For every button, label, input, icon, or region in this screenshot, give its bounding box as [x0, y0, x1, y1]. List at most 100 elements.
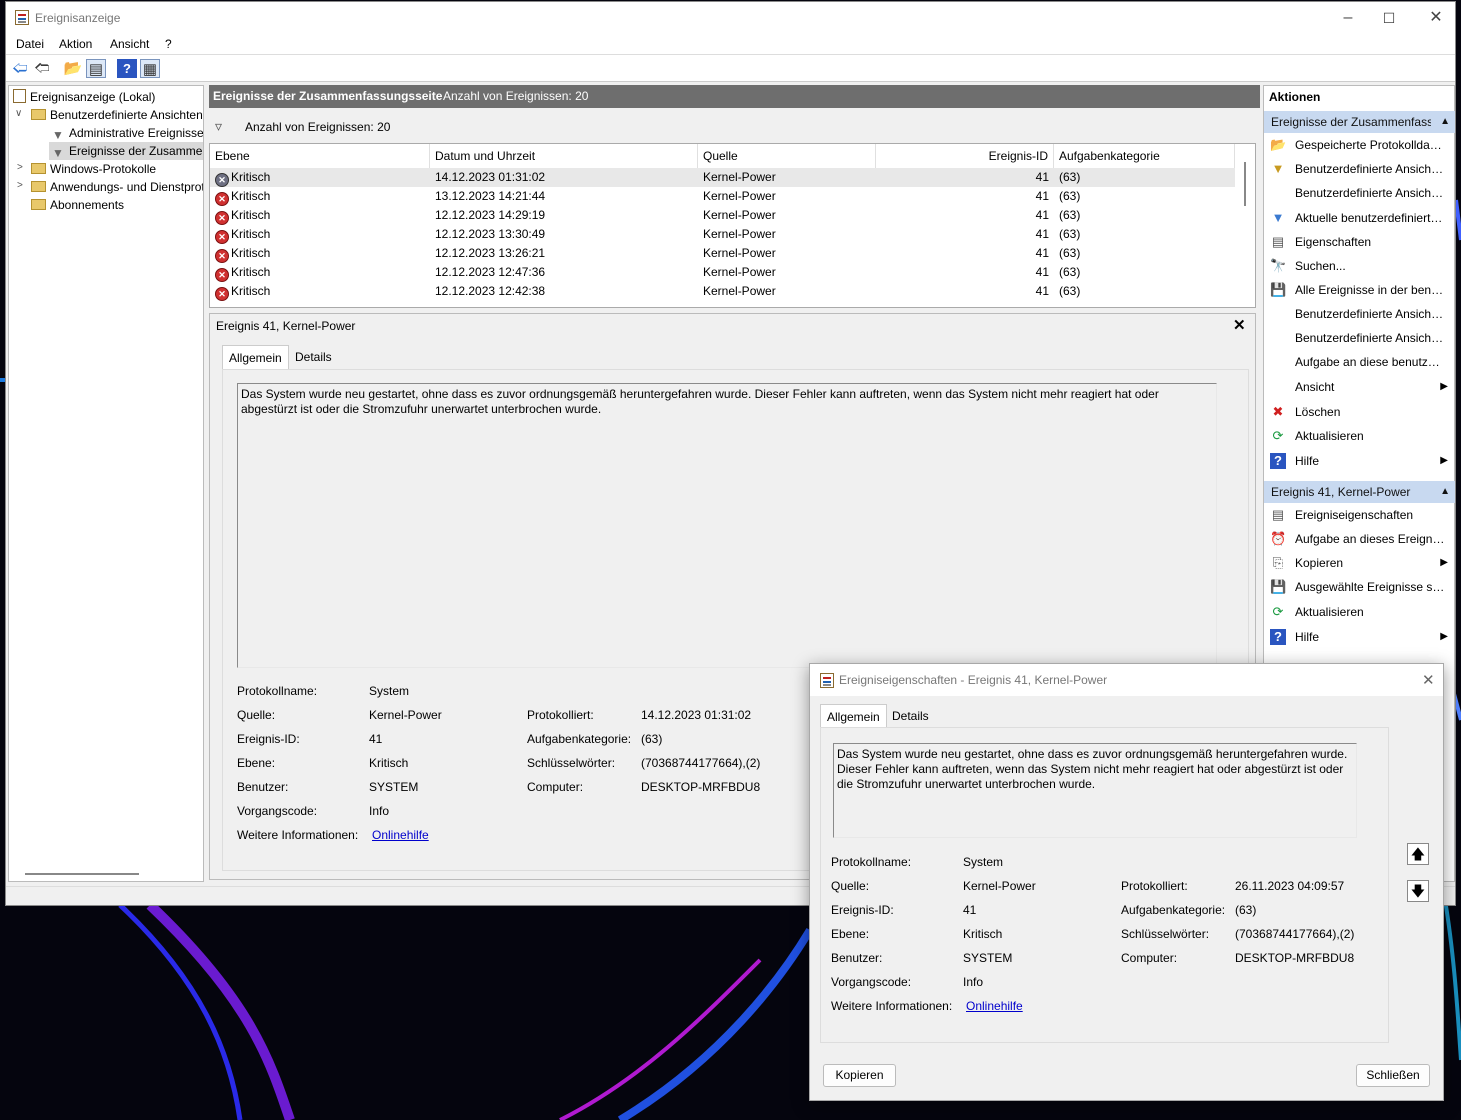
column-source[interactable]: Quelle [698, 144, 876, 168]
table-row[interactable]: ✕ Kritisch 13.12.2023 14:21:44 Kernel-Power… [210, 187, 1235, 206]
action-item[interactable]: ⏰ Aufgabe an dieses Ereignis anfügen... [1264, 528, 1454, 550]
action-label: Hilfe [1295, 454, 1320, 468]
action-item[interactable]: Benutzerdefinierte Ansicht exportieren..… [1264, 303, 1454, 325]
cell-source: Kernel-Power [703, 284, 776, 298]
action-label: Benutzerdefinierte Ansicht kopieren... [1295, 331, 1445, 345]
dialog-tab-details[interactable]: Details [886, 704, 935, 728]
cell-level: ✕ Kritisch [215, 265, 270, 282]
scrollbar-thumb[interactable] [1244, 162, 1246, 206]
level-text: Kritisch [231, 246, 271, 260]
action-item[interactable]: ▤ Ereigniseigenschaften [1264, 504, 1454, 526]
tree-horizontal-scrollbar[interactable] [25, 873, 139, 875]
dialog-title-bar: Ereigniseigenschaften - Ereignis 41, Ker… [810, 664, 1443, 696]
dialog-label-source: Quelle: [831, 879, 870, 893]
menu-ansicht[interactable]: Ansicht [110, 37, 149, 51]
cell-category: (63) [1059, 170, 1081, 184]
action-item[interactable]: ✖ Löschen [1264, 401, 1454, 423]
tree-node-summary-events[interactable]: ▼ Ereignisse der Zusammenfassungsseite [49, 142, 203, 160]
action-item[interactable]: 💾 Ausgewählte Ereignisse speichern... [1264, 576, 1454, 598]
folder-up-icon[interactable]: 📂 [63, 59, 83, 78]
close-button[interactable]: Schließen [1356, 1064, 1430, 1087]
next-event-icon[interactable]: 🡇 [1407, 880, 1429, 902]
cell-category: (63) [1059, 246, 1081, 260]
close-dialog-icon[interactable]: ✕ [1422, 671, 1435, 689]
copy-button[interactable]: Kopieren [823, 1064, 896, 1087]
online-help-link[interactable]: Onlinehilfe [372, 828, 429, 842]
chevron-right-icon[interactable]: > [17, 162, 23, 173]
action-label: Aktuelle benutzerdefinierte Ansicht filt… [1295, 211, 1445, 225]
tree-node-root[interactable]: Ereignisanzeige (Lokal) [13, 88, 155, 106]
menu-datei[interactable]: Datei [16, 37, 44, 51]
action-item[interactable]: ▼ Aktuelle benutzerdefinierte Ansicht fil… [1264, 207, 1454, 229]
close-window-button[interactable]: ✕ [1424, 6, 1448, 30]
folder-icon [31, 163, 46, 174]
action-item[interactable]: 🔭 Suchen... [1264, 255, 1454, 277]
chevron-down-icon[interactable]: ∨ [15, 108, 22, 119]
table-row-partial[interactable] [210, 301, 1235, 307]
value-user: SYSTEM [369, 780, 419, 794]
column-datetime[interactable]: Datum und Uhrzeit [430, 144, 698, 168]
back-arrow-icon[interactable]: 🢠 [10, 59, 30, 78]
table-row[interactable]: ✕ Kritisch 12.12.2023 13:26:21 Kernel-Power… [210, 244, 1235, 263]
close-detail-icon[interactable]: ✕ [1233, 316, 1246, 334]
cell-datetime: 12.12.2023 13:30:49 [435, 227, 546, 241]
action-item[interactable]: ? Hilfe ▶ [1264, 626, 1454, 648]
action-item[interactable]: ▼ Benutzerdefinierte Ansicht erstellen... [1264, 158, 1454, 180]
actions-section-event[interactable]: Ereignis 41, Kernel-Power ▲ [1264, 481, 1455, 503]
table-row[interactable]: ✕ Kritisch 14.12.2023 01:31:02 Kernel-Power… [210, 168, 1235, 187]
tree-node-subscriptions[interactable]: Abonnements [31, 196, 124, 214]
tree-node-app-logs[interactable]: Anwendungs- und Dienstprotokolle [31, 178, 203, 196]
collapse-icon[interactable]: ▲ [1440, 111, 1450, 133]
show-hide-tree-icon[interactable]: ▤ [86, 59, 106, 78]
tab-general[interactable]: Allgemein [222, 345, 289, 369]
dialog-tab-general[interactable]: Allgemein [820, 704, 887, 728]
event-message[interactable]: Das System wurde neu gestartet, ohne das… [237, 383, 1217, 668]
maximize-button[interactable]: ☐ [1377, 6, 1401, 30]
action-item[interactable]: ⟳ Aktualisieren [1264, 425, 1454, 447]
table-scrollbar[interactable] [1235, 144, 1255, 307]
action-item[interactable]: ⟳ Aktualisieren [1264, 601, 1454, 623]
help-icon[interactable]: ? [117, 59, 137, 78]
action-item[interactable]: ? Hilfe ▶ [1264, 450, 1454, 472]
minimize-button[interactable]: – [1336, 6, 1360, 30]
table-row[interactable]: ✕ Kritisch 12.12.2023 12:47:36 Kernel-Power… [210, 263, 1235, 282]
show-hide-actions-icon[interactable]: ▦ [140, 59, 160, 78]
column-category[interactable]: Aufgabenkategorie [1054, 144, 1235, 168]
action-item[interactable]: Benutzerdefinierte Ansicht importieren..… [1264, 182, 1454, 204]
action-item[interactable]: 📂 Gespeicherte Protokolldatei öffnen... [1264, 134, 1454, 156]
dialog-value-event-id: 41 [963, 903, 977, 917]
dialog-value-computer: DESKTOP-MRFBDU8 [1235, 951, 1355, 965]
chevron-right-icon[interactable]: > [17, 180, 23, 191]
action-item[interactable]: Ansicht ▶ [1264, 376, 1454, 398]
action-label: Alle Ereignisse in der benutzerdefiniert… [1295, 283, 1445, 297]
tree-node-admin-events[interactable]: ▼ Administrative Ereignisse [51, 124, 203, 142]
tab-details[interactable]: Details [289, 345, 338, 369]
action-item[interactable]: ⎘ Kopieren ▶ [1264, 552, 1454, 574]
table-row[interactable]: ✕ Kritisch 12.12.2023 14:29:19 Kernel-Power… [210, 206, 1235, 225]
table-row[interactable]: ✕ Kritisch 12.12.2023 12:42:38 Kernel-Power… [210, 282, 1235, 301]
dialog-online-help-link[interactable]: Onlinehilfe [966, 999, 1023, 1013]
label-level: Ebene: [237, 756, 276, 770]
dialog-event-message[interactable]: Das System wurde neu gestartet, ohne das… [833, 743, 1357, 838]
actions-section-view[interactable]: Ereignisse der Zusammenfassungsseite ▲ [1264, 111, 1455, 133]
level-text: Kritisch [231, 227, 271, 241]
action-label: Ereigniseigenschaften [1295, 508, 1414, 522]
filter-icon[interactable]: ▿ [215, 118, 222, 135]
action-item[interactable]: ▤ Eigenschaften [1264, 231, 1454, 253]
menu-help[interactable]: ? [165, 37, 172, 51]
column-level[interactable]: Ebene [210, 144, 430, 168]
previous-event-icon[interactable]: 🡅 [1407, 843, 1429, 865]
action-item[interactable]: Aufgabe an diese benutzerdefinierte Ansi… [1264, 351, 1454, 373]
action-item[interactable]: Benutzerdefinierte Ansicht kopieren... [1264, 327, 1454, 349]
tree-node-windows-logs[interactable]: Windows-Protokolle [31, 160, 156, 178]
table-row[interactable]: ✕ Kritisch 12.12.2023 13:30:49 Kernel-Power… [210, 225, 1235, 244]
menu-aktion[interactable]: Aktion [59, 37, 92, 51]
tree-node-custom-views[interactable]: Benutzerdefinierte Ansichten [31, 106, 203, 124]
collapse-icon[interactable]: ▲ [1440, 481, 1450, 503]
filter-icon: ▼ [52, 128, 64, 142]
forward-arrow-icon[interactable]: 🢢 [32, 59, 52, 78]
action-item[interactable]: 💾 Alle Ereignisse in der benutzerdefinier… [1264, 279, 1454, 301]
column-event-id[interactable]: Ereignis-ID [876, 144, 1054, 168]
navigation-tree: Ereignisanzeige (Lokal) ∨ Benutzerdefini… [8, 85, 204, 882]
label-opcode: Vorgangscode: [237, 804, 318, 818]
